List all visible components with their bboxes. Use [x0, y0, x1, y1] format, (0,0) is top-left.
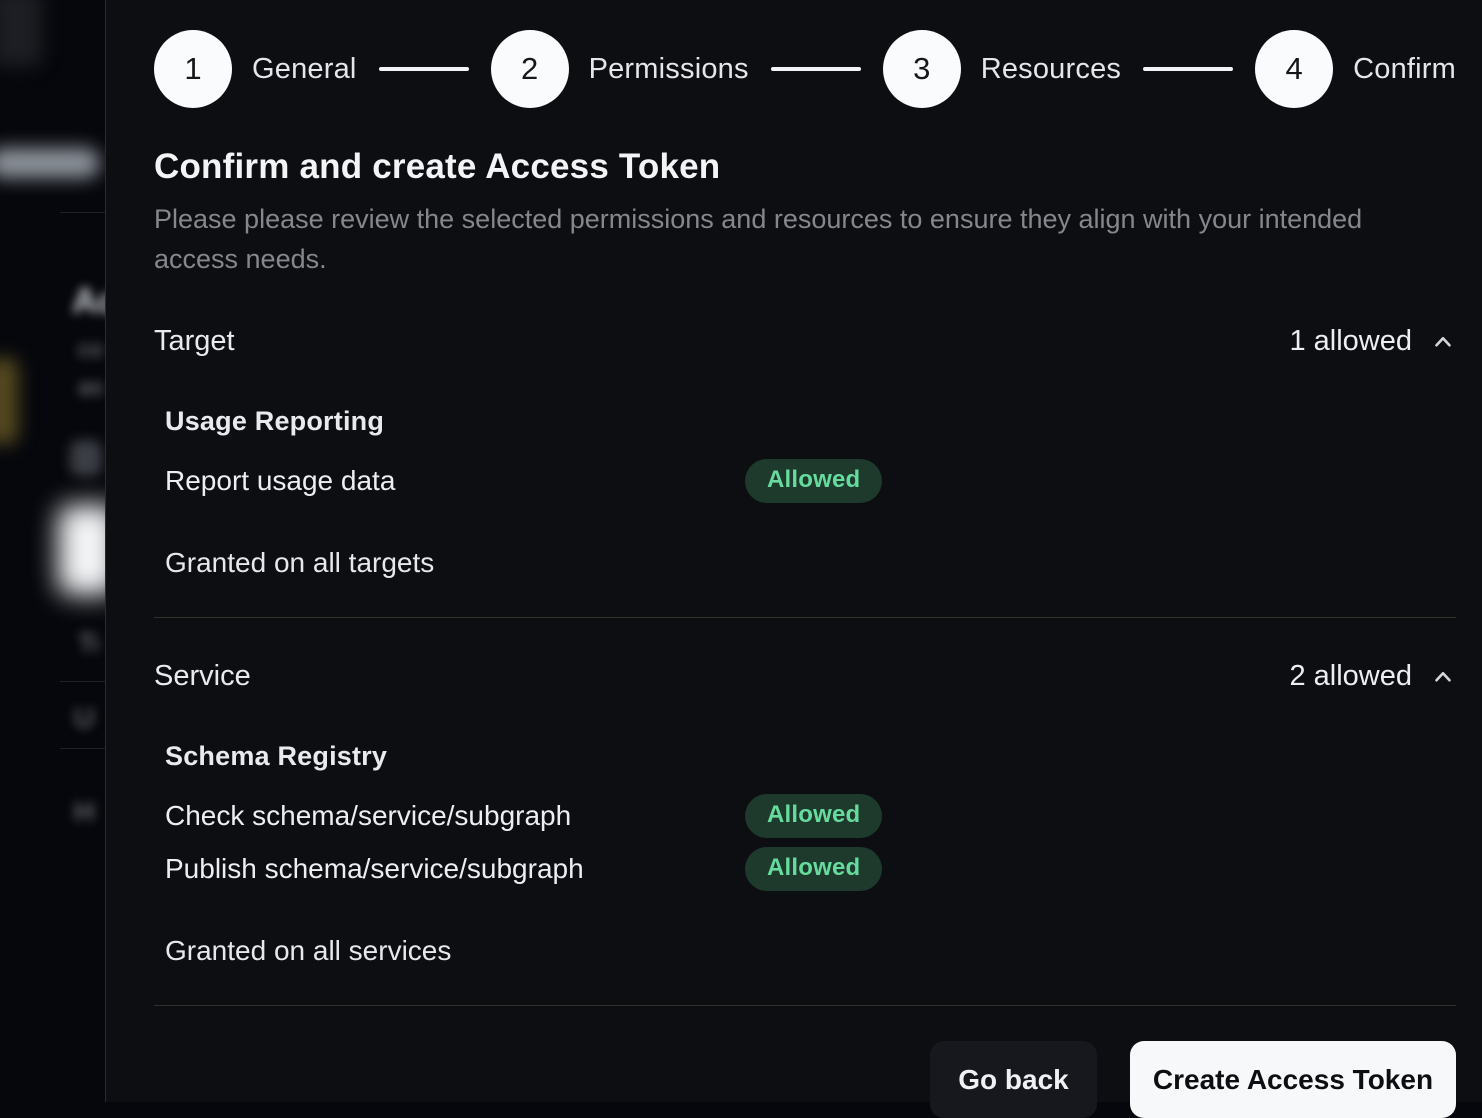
- page-subtitle: Please please review the selected permis…: [154, 199, 1394, 279]
- create-access-token-modal: 1 General 2 Permissions 3 Resources 4 Co…: [105, 0, 1482, 1102]
- allowed-count: 1 allowed: [1289, 325, 1412, 358]
- section-title: Target: [154, 325, 235, 358]
- section-title: Service: [154, 660, 251, 693]
- step-label: Permissions: [589, 53, 749, 86]
- backdrop-item-text-2: U: [74, 702, 94, 734]
- step-resources[interactable]: 3 Resources: [883, 30, 1121, 108]
- page-title: Confirm and create Access Token: [154, 147, 1456, 187]
- step-general[interactable]: 1 General: [154, 30, 357, 108]
- section-header-service: Service 2 allowed: [154, 660, 1456, 693]
- step-confirm[interactable]: 4 Confirm: [1255, 30, 1456, 108]
- target-collapse-toggle[interactable]: 1 allowed: [1289, 325, 1456, 358]
- permission-row: Report usage data Allowed: [165, 459, 1456, 503]
- permission-group-title: Schema Registry: [165, 741, 1456, 772]
- backdrop-nav-blob: [0, 148, 100, 178]
- backdrop-body-text-1: co: [78, 336, 103, 364]
- backdrop-body-text-2: as: [78, 374, 103, 402]
- permission-label: Check schema/service/subgraph: [165, 800, 745, 832]
- step-permissions[interactable]: 2 Permissions: [491, 30, 749, 108]
- service-collapse-toggle[interactable]: 2 allowed: [1289, 660, 1456, 693]
- backdrop-divider: [60, 748, 105, 749]
- backdrop-item-text-1: Ti: [78, 628, 99, 659]
- step-number-circle: 1: [154, 30, 232, 108]
- backdrop-accent-blob: [0, 358, 18, 444]
- wizard-stepper: 1 General 2 Permissions 3 Resources 4 Co…: [154, 27, 1456, 111]
- backdrop-item-text-3: H: [74, 796, 94, 828]
- chevron-up-icon[interactable]: [1430, 329, 1456, 355]
- step-number-circle: 2: [491, 30, 569, 108]
- step-number-circle: 3: [883, 30, 961, 108]
- step-connector: [379, 67, 469, 71]
- step-connector: [771, 67, 861, 71]
- allowed-badge: Allowed: [745, 459, 882, 503]
- section-header-target: Target 1 allowed: [154, 325, 1456, 358]
- backdrop-divider: [60, 212, 105, 213]
- allowed-badge: Allowed: [745, 847, 882, 891]
- permission-label: Report usage data: [165, 465, 745, 497]
- step-number-circle: 4: [1255, 30, 1333, 108]
- permission-label: Publish schema/service/subgraph: [165, 853, 745, 885]
- allowed-count: 2 allowed: [1289, 660, 1412, 693]
- modal-footer: Go back Create Access Token: [154, 1041, 1456, 1118]
- permission-row: Publish schema/service/subgraph Allowed: [165, 847, 1456, 891]
- section-divider: [154, 617, 1456, 618]
- backdrop-divider: [60, 681, 105, 682]
- allowed-badge: Allowed: [745, 794, 882, 838]
- step-label: General: [252, 53, 357, 86]
- backdrop-panel-blob: [0, 0, 42, 66]
- permission-row: Check schema/service/subgraph Allowed: [165, 794, 1456, 838]
- permission-group-title: Usage Reporting: [165, 406, 1456, 437]
- step-label: Resources: [981, 53, 1121, 86]
- chevron-up-icon[interactable]: [1430, 664, 1456, 690]
- step-label: Confirm: [1353, 53, 1456, 86]
- create-access-token-button[interactable]: Create Access Token: [1130, 1041, 1456, 1118]
- granted-note: Granted on all targets: [165, 547, 1456, 579]
- step-connector: [1143, 67, 1233, 71]
- go-back-button[interactable]: Go back: [930, 1041, 1097, 1118]
- backdrop-icon-blob: [70, 440, 102, 476]
- granted-note: Granted on all services: [165, 935, 1456, 967]
- footer-divider: [154, 1005, 1456, 1006]
